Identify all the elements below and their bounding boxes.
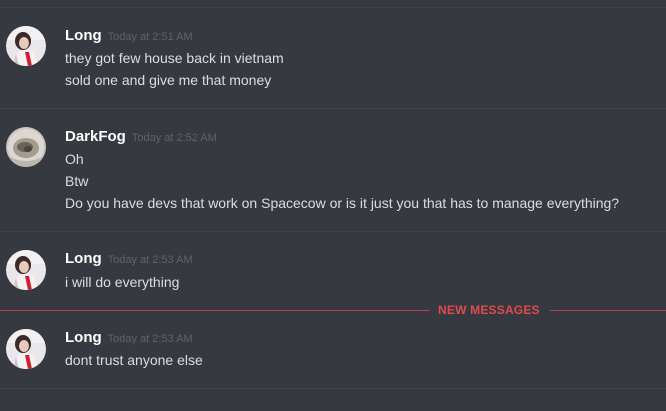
message-text: sold one and give me that money — [65, 72, 272, 88]
timestamp: Today at 2:53 AM — [107, 333, 193, 345]
message-divider — [0, 388, 666, 389]
timestamp: Today at 2:51 AM — [107, 31, 193, 43]
username[interactable]: DarkFog — [65, 128, 126, 145]
user-avatar[interactable] — [6, 329, 46, 369]
message-header: DarkFog Today at 2:52 AM — [65, 127, 217, 148]
message-text: Btw — [65, 173, 89, 189]
timestamp: Today at 2:53 AM — [107, 254, 193, 266]
message-group: Long Today at 2:53 AM i will do everythin… — [0, 232, 666, 292]
chat-messages[interactable]: Long Today at 2:51 AM they got few house … — [0, 0, 666, 411]
message-header: Long Today at 2:53 AM — [65, 249, 193, 270]
username[interactable]: Long — [65, 27, 102, 44]
message-group: Long Today at 2:53 AM dont trust anyone e… — [0, 311, 666, 388]
message-text: Oh — [65, 151, 84, 167]
message-group: DarkFog Today at 2:52 AM Oh Btw Do you ha… — [0, 109, 666, 231]
username[interactable]: Long — [65, 329, 102, 346]
message-group: Long Today at 2:51 AM they got few house … — [0, 8, 666, 108]
user-avatar[interactable] — [6, 250, 46, 290]
message-text: Do you have devs that work on Spacecow o… — [65, 195, 620, 211]
message-text: i will do everything — [65, 274, 180, 290]
username[interactable]: Long — [65, 250, 102, 267]
message-text: dont trust anyone else — [65, 352, 203, 368]
message-text: they got few house back in vietnam — [65, 50, 284, 66]
message-header: Long Today at 2:53 AM — [65, 328, 193, 349]
message-header: Long Today at 2:51 AM — [65, 26, 193, 47]
user-avatar[interactable] — [6, 127, 46, 167]
timestamp: Today at 2:52 AM — [131, 132, 217, 144]
user-avatar[interactable] — [6, 26, 46, 66]
